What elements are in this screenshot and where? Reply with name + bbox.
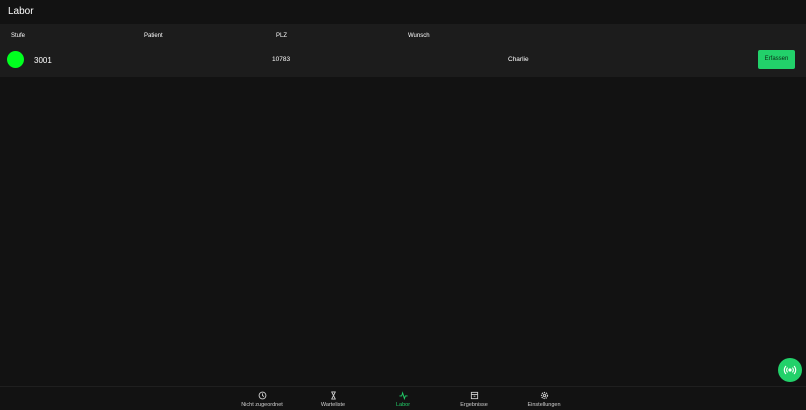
- nav-label: Ergebnisse: [460, 402, 488, 408]
- gear-icon: [540, 391, 549, 400]
- header: Labor: [0, 0, 806, 24]
- lab-table: Stufe Patient PLZ Wunsch 3001 10783 Char…: [0, 24, 806, 77]
- patient-id: 3001: [34, 56, 52, 65]
- pulse-icon: [399, 391, 408, 400]
- hourglass-icon: [331, 391, 336, 400]
- plz-value: 10783: [272, 56, 291, 63]
- erfassen-button[interactable]: Erfassen: [758, 50, 795, 69]
- column-header-patient: Patient: [144, 33, 163, 39]
- nav-label: Labor: [395, 402, 411, 408]
- status-indicator: [7, 51, 24, 68]
- broadcast-icon: [783, 365, 797, 375]
- nav-label: Einstellungen: [527, 402, 561, 408]
- broadcast-fab[interactable]: [778, 358, 802, 382]
- column-header-stufe: Stufe: [11, 33, 26, 39]
- column-header-wunsch: Wunsch: [408, 33, 430, 39]
- nav-label: Nicht zugeordnet: [241, 402, 283, 408]
- nav-item-warteliste[interactable]: Warteliste: [298, 390, 368, 410]
- nav-label: Warteliste: [320, 402, 346, 408]
- column-header-plz: PLZ: [276, 33, 288, 39]
- nav-item-labor[interactable]: Labor: [368, 390, 438, 410]
- timer-icon: [258, 391, 267, 400]
- table-row: 3001 10783 Charlie Erfassen: [0, 48, 806, 77]
- nav-item-nicht-zugeordnet[interactable]: Nicht zugeordnet: [227, 390, 297, 410]
- bottom-navigation: Nicht zugeordnet Warteliste Labor Ergebn…: [0, 386, 806, 410]
- archive-icon: [470, 391, 479, 400]
- nav-item-einstellungen[interactable]: Einstellungen: [509, 390, 579, 410]
- wunsch-value: Charlie: [508, 56, 529, 63]
- app-window: Labor Stufe Patient PLZ Wunsch 3001 1078…: [0, 0, 806, 410]
- nav-item-ergebnisse[interactable]: Ergebnisse: [439, 390, 509, 410]
- page-title: Labor: [8, 6, 34, 17]
